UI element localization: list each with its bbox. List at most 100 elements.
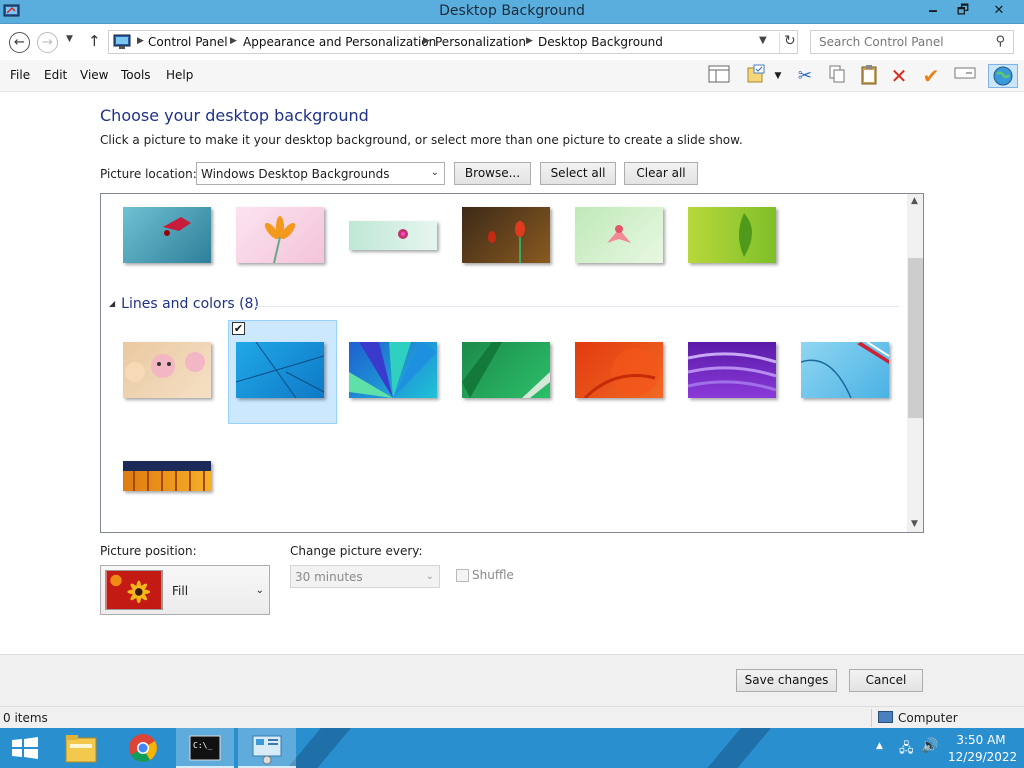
navigation-bar: ← → ▼ ↑ ▶ Control Panel ▶ Appearance and… [0, 24, 1024, 60]
group-title: Lines and colors (8) [121, 296, 259, 312]
breadcrumb-desktop-background[interactable]: Desktop Background [538, 35, 663, 49]
maximize-button[interactable]: 🗗 [948, 0, 978, 22]
wallpaper-thumbnail[interactable] [462, 207, 550, 263]
breadcrumb-control-panel[interactable]: Control Panel [148, 35, 228, 49]
chevron-down-icon: ⌄ [255, 585, 264, 596]
clock-time[interactable]: 3:50 AM [956, 733, 1006, 747]
close-button[interactable]: ✕ [976, 0, 1022, 22]
group-divider [255, 306, 899, 307]
shuffle-checkbox[interactable] [456, 569, 469, 582]
picture-location-label: Picture location: [100, 167, 197, 181]
menu-edit[interactable]: Edit [44, 68, 67, 82]
delete-icon[interactable]: ✕ [886, 64, 912, 88]
picture-location-value: Windows Desktop Backgrounds [201, 167, 390, 181]
wallpaper-thumbnail[interactable] [575, 207, 663, 263]
menu-tools[interactable]: Tools [121, 68, 151, 82]
paste-icon[interactable] [856, 64, 882, 88]
menu-help[interactable]: Help [166, 68, 193, 82]
recent-locations-dropdown[interactable]: ▼ [66, 34, 73, 44]
wallpaper-thumbnail[interactable] [123, 207, 211, 263]
menu-view[interactable]: View [80, 68, 108, 82]
status-location: Computer [898, 711, 958, 725]
breadcrumb-separator-icon: ▶ [526, 36, 533, 46]
wallpaper-thumbnail[interactable] [687, 342, 777, 398]
properties-dropdown-icon[interactable]: ▼ [770, 64, 786, 88]
breadcrumb-appearance[interactable]: Appearance and Personalization [243, 35, 436, 49]
taskbar-control-panel[interactable] [238, 728, 296, 768]
svg-text:C:\_: C:\_ [193, 741, 212, 750]
wallpaper-thumbnail[interactable] [235, 341, 325, 399]
wallpaper-gallery[interactable]: ◢ Lines and colors (8) ✔ ▲ ▼ [100, 193, 924, 533]
taskbar-chrome[interactable] [114, 728, 172, 768]
taskbar: C:\_ ▲ 🖧 🔊 3:50 AM 12/29/2022 [0, 728, 1024, 768]
taskbar-file-explorer[interactable] [52, 728, 110, 768]
clock-date[interactable]: 12/29/2022 [948, 750, 1017, 764]
wallpaper-thumbnail[interactable] [349, 221, 437, 250]
change-picture-value: 30 minutes [295, 570, 363, 584]
change-picture-select[interactable]: 30 minutes ⌄ [290, 565, 440, 588]
rename-icon[interactable] [952, 64, 978, 88]
forward-button[interactable]: → [37, 32, 58, 53]
volume-icon[interactable]: 🔊 [921, 738, 938, 754]
group-header-lines-and-colors[interactable]: ◢ Lines and colors (8) [109, 296, 259, 312]
back-button[interactable]: ← [9, 32, 30, 53]
folder-icon [65, 735, 97, 763]
clear-all-button[interactable]: Clear all [624, 162, 698, 185]
chevron-down-icon: ⌄ [425, 571, 434, 582]
wallpaper-thumbnail[interactable] [349, 342, 437, 398]
taskbar-command-prompt[interactable]: C:\_ [176, 728, 234, 768]
picture-position-label: Picture position: [100, 544, 197, 558]
chrome-icon [129, 734, 157, 762]
search-box[interactable]: Search Control Panel ⚲ [810, 30, 1014, 54]
menu-file[interactable]: File [10, 68, 30, 82]
address-bar[interactable]: ▶ Control Panel ▶ Appearance and Persona… [108, 30, 798, 54]
chevron-down-icon: ⌄ [430, 167, 439, 178]
picture-location-select[interactable]: Windows Desktop Backgrounds ⌄ [196, 162, 445, 185]
breadcrumb-separator-icon: ▶ [137, 36, 144, 46]
breadcrumb-personalization[interactable]: Personalization [435, 35, 526, 49]
wallpaper-thumbnail[interactable] [688, 207, 776, 263]
terminal-icon: C:\_ [189, 735, 221, 761]
wallpaper-thumbnail[interactable] [800, 341, 890, 399]
cancel-button[interactable]: Cancel [849, 669, 923, 692]
wallpaper-thumbnail[interactable] [575, 342, 663, 400]
wallpaper-thumbnail[interactable] [236, 207, 324, 264]
cut-icon[interactable]: ✂ [792, 64, 818, 88]
properties-icon[interactable] [744, 64, 770, 88]
select-all-button[interactable]: Select all [540, 162, 616, 185]
scroll-up-icon[interactable]: ▲ [911, 196, 918, 206]
window-title: Desktop Background [439, 3, 585, 19]
layout-icon[interactable] [706, 64, 732, 88]
checkmark-icon[interactable]: ✔ [918, 64, 944, 88]
item-count: 0 items [3, 711, 48, 725]
status-divider [871, 709, 872, 727]
scrollbar-thumb[interactable] [908, 258, 923, 418]
globe-icon[interactable] [988, 64, 1018, 88]
search-icon[interactable]: ⚲ [995, 34, 1005, 49]
wallpaper-thumbnail[interactable] [462, 342, 550, 398]
breadcrumb-separator-icon: ▶ [423, 36, 430, 46]
change-picture-label: Change picture every: [290, 544, 423, 558]
collapse-triangle-icon[interactable]: ◢ [109, 299, 115, 308]
scroll-down-icon[interactable]: ▼ [911, 519, 918, 529]
copy-icon[interactable] [824, 64, 850, 88]
picture-position-value: Fill [172, 584, 189, 598]
browse-button[interactable]: Browse... [454, 162, 531, 185]
address-dropdown-icon[interactable]: ▼ [759, 35, 767, 46]
wallpaper-checkbox[interactable]: ✔ [232, 322, 245, 335]
save-changes-button[interactable]: Save changes [736, 669, 837, 692]
show-hidden-icons-icon[interactable]: ▲ [876, 741, 883, 751]
gallery-scrollbar[interactable]: ▲ ▼ [907, 194, 923, 532]
minimize-button[interactable]: 🗕 [918, 0, 948, 22]
refresh-icon[interactable]: ↻ [779, 33, 796, 53]
wallpaper-thumbnail[interactable] [123, 461, 211, 491]
control-panel-icon [113, 34, 131, 49]
page-title: Choose your desktop background [100, 106, 369, 125]
wallpaper-thumbnail[interactable] [123, 342, 211, 398]
network-icon[interactable]: 🖧 [899, 739, 914, 761]
search-input[interactable]: Search Control Panel [819, 35, 944, 49]
status-bar: 0 items Computer [0, 706, 1024, 728]
windows-start-icon[interactable] [10, 737, 40, 759]
picture-position-select[interactable]: Fill ⌄ [100, 565, 270, 615]
up-button[interactable]: ↑ [88, 32, 101, 50]
